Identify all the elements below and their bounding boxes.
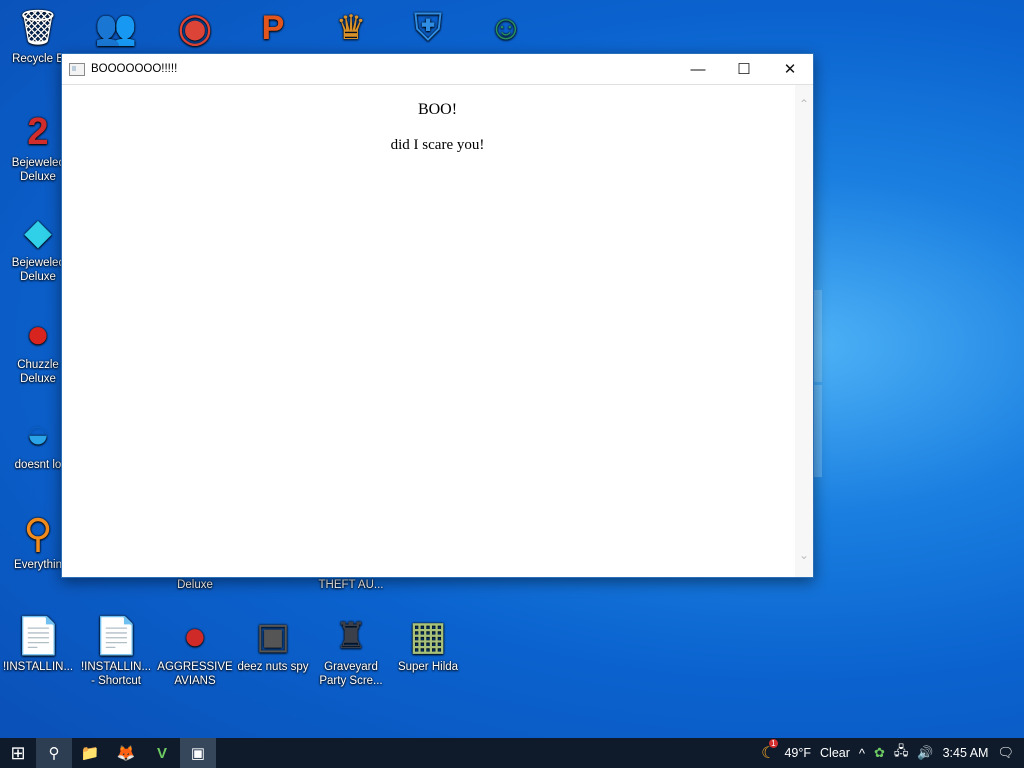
clock[interactable]: 3:45 AM <box>943 746 989 760</box>
deez-nuts-spy-label: deez nuts spy <box>237 661 309 673</box>
installing-label: !INSTALLIN... <box>2 661 74 673</box>
system-tray: ☾ 1 49°F Clear ^ ✿ 🖧 🔊 3:45 AM 🗨 <box>761 739 1024 764</box>
window-content: ⌃ ⌄ BOO! did I scare you! <box>62 85 813 577</box>
p-app-shortcut-icon[interactable]: P <box>235 6 311 52</box>
app-taskbar-icon[interactable]: V <box>144 738 180 768</box>
character-shortcut-icon[interactable]: ☺ <box>468 6 544 52</box>
graveyard-party-shortcut[interactable]: ♜ Graveyard Party Scre... <box>313 614 389 688</box>
tray-chevron-icon[interactable]: ^ <box>859 746 865 761</box>
temperature-text[interactable]: 49°F <box>784 746 811 760</box>
chrome-shortcut-icon[interactable]: ◉ <box>157 6 233 52</box>
search-button[interactable]: ⚲ <box>36 738 72 768</box>
stacked-windows-icon: ▣ <box>255 615 290 656</box>
bejeweled-2-icon: 2 <box>27 111 49 153</box>
deluxe-label: Deluxe <box>177 579 213 591</box>
deez-nuts-spy-shortcut[interactable]: ▣ deez nuts spy <box>235 614 311 674</box>
minimize-button[interactable]: — <box>675 54 721 84</box>
recycle-bin-image: 🗑 <box>16 9 60 47</box>
hidden-icon-deluxe[interactable]: Deluxe <box>157 578 233 592</box>
close-button[interactable]: ✕ <box>767 54 813 84</box>
game-shortcut-icon[interactable]: ♛ <box>313 6 389 52</box>
aggressive-avians-label: AGGRESSIVE AVIANS <box>157 661 233 687</box>
scroll-down-arrow-icon[interactable]: ⌄ <box>799 548 809 563</box>
weather-condition-text[interactable]: Clear <box>820 746 850 760</box>
tower-icon: ♜ <box>334 615 368 656</box>
boo-window: BOOOOOOO!!!!! — ☐ ✕ ⌃ ⌄ BOO! did I scare… <box>61 53 814 578</box>
scroll-up-arrow-icon[interactable]: ⌃ <box>799 97 809 112</box>
diamond-icon: ◆ <box>24 211 52 252</box>
boo-message: did I scare you! <box>390 137 485 153</box>
p-app-icon: P <box>261 9 285 47</box>
weather-icon[interactable]: ☾ 1 <box>761 739 778 763</box>
super-hilda-shortcut[interactable]: ▦ Super Hilda <box>390 614 466 674</box>
window-titlebar[interactable]: BOOOOOOO!!!!! — ☐ ✕ <box>62 54 813 85</box>
document-icon: 📄 <box>94 615 139 656</box>
network-icon[interactable]: 🖧 <box>894 742 909 764</box>
notifications-icon[interactable]: 🗨 <box>997 745 1014 761</box>
firefox-icon[interactable]: 🦊 <box>108 738 144 768</box>
taskbar: ⊞ ⚲ 📁 🦊 V ▣ ☾ 1 49°F Clear ^ ✿ 🖧 🔊 3:45 A… <box>0 738 1024 768</box>
maximize-button[interactable]: ☐ <box>721 54 767 84</box>
window-app-icon <box>69 62 85 76</box>
tray-app-icon[interactable]: ✿ <box>874 745 885 761</box>
installing-shortcut-label: !INSTALLIN... - Shortcut <box>80 661 152 687</box>
volume-icon[interactable]: 🔊 <box>917 745 933 761</box>
installing-file[interactable]: 📄 !INSTALLIN... <box>0 614 76 674</box>
character-icon: ☺ <box>488 9 524 47</box>
weather-badge: 1 <box>769 739 778 748</box>
chuzzle-icon: ● <box>25 312 51 356</box>
messenger-shortcut-icon[interactable]: 👥 <box>78 6 154 52</box>
shield-icon: ⛨ <box>413 7 443 49</box>
hidden-icon-theft-auto[interactable]: THEFT AU... <box>313 578 389 592</box>
window-title: BOOOOOOO!!!!! <box>91 63 178 75</box>
theft-auto-label: THEFT AU... <box>318 579 384 591</box>
vertical-scrollbar[interactable] <box>795 85 813 577</box>
super-hilda-label: Super Hilda <box>397 661 459 673</box>
angry-bird-icon: ● <box>182 614 208 658</box>
file-explorer-icon[interactable]: 📁 <box>72 738 108 768</box>
active-window-taskbar-button[interactable]: ▣ <box>180 738 216 768</box>
chrome-icon: ◉ <box>177 6 213 50</box>
graveyard-party-label: Graveyard Party Scre... <box>319 661 383 687</box>
game-icon: ♛ <box>335 9 367 47</box>
boo-heading: BOO! <box>417 101 458 118</box>
security-shortcut-icon[interactable]: ⛨ <box>390 6 466 52</box>
document-icon: 📄 <box>16 615 61 656</box>
aggressive-avians-shortcut[interactable]: ● AGGRESSIVE AVIANS <box>157 614 233 688</box>
globe-icon: ◒ <box>25 412 51 456</box>
installing-shortcut[interactable]: 📄 !INSTALLIN... - Shortcut <box>78 614 154 688</box>
messenger-icon: 👥 <box>94 9 138 47</box>
pixel-character-icon: ▦ <box>409 614 447 658</box>
start-button[interactable]: ⊞ <box>0 738 36 768</box>
search-magnifier-icon: ⚲ <box>23 512 53 556</box>
